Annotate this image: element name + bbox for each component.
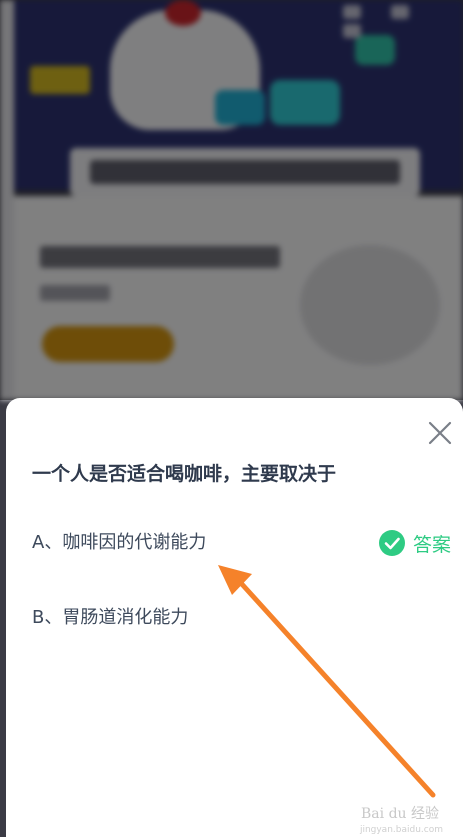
option-b[interactable]: B、胃肠道消化能力 bbox=[32, 603, 452, 633]
check-circle-icon bbox=[378, 530, 405, 556]
watermark: Bai du 经验 bbox=[361, 806, 439, 822]
watermark-url: jingyan.baidu.com bbox=[359, 825, 443, 835]
answer-indicator: 答案 bbox=[378, 528, 451, 558]
answer-label: 答案 bbox=[412, 533, 451, 556]
close-icon bbox=[428, 421, 452, 445]
quiz-bottom-sheet: 一个人是否适合喝咖啡，主要取决于 A、咖啡因的代谢能力 答案 B、胃肠道消化能力 bbox=[6, 398, 463, 837]
dim-overlay[interactable] bbox=[0, 0, 463, 400]
close-button[interactable] bbox=[425, 418, 455, 448]
question-text: 一个人是否适合喝咖啡，主要取决于 bbox=[32, 463, 337, 485]
